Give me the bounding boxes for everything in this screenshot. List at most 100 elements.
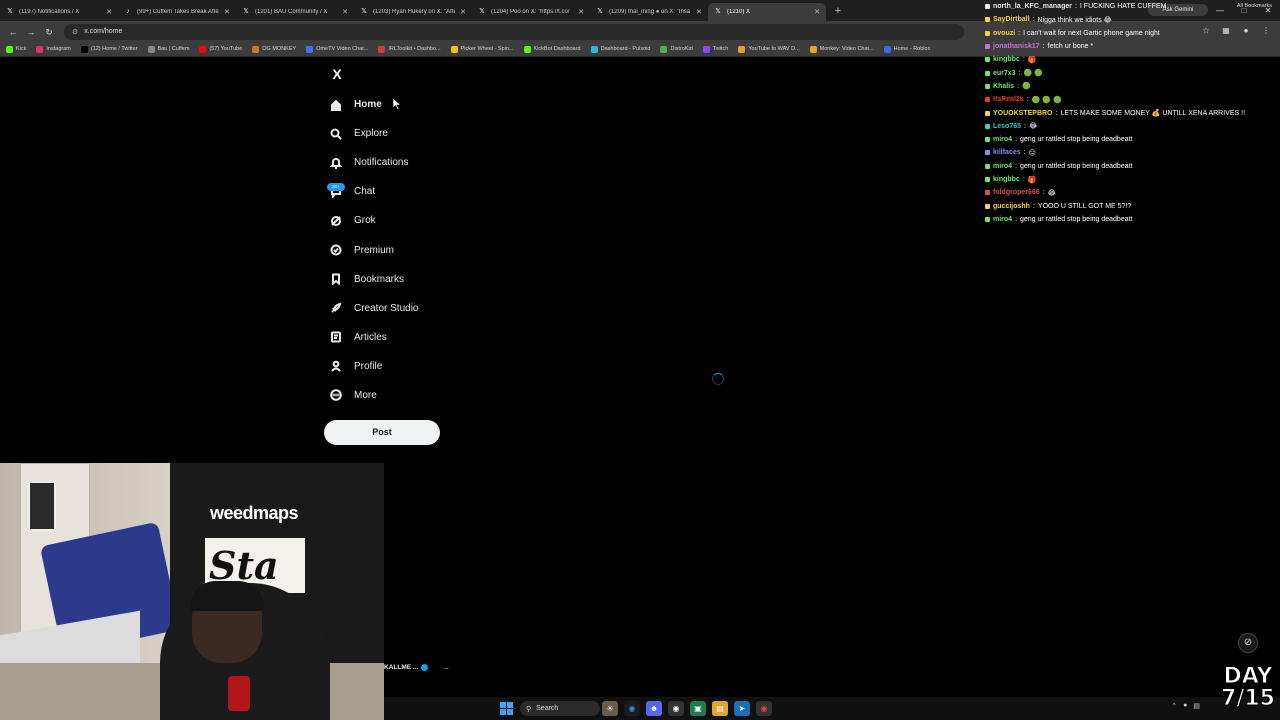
browser-tab[interactable]: 𝕏 (1201) BAU Community / X ✕ bbox=[236, 3, 354, 21]
folder-icon[interactable]: ▤ bbox=[712, 701, 728, 716]
bookmark-item[interactable]: OmeTV Video Chat... bbox=[306, 45, 368, 53]
bookmark-item[interactable]: Twitch bbox=[702, 45, 728, 53]
chat-message: miro4: geng ur rattled stop being deadbea… bbox=[985, 213, 1275, 226]
address-bar[interactable]: ⚙ x.com/home bbox=[64, 23, 964, 40]
sidebar-item-home[interactable]: Home bbox=[324, 90, 524, 119]
sidebar-item-label: Home bbox=[354, 99, 382, 111]
bookmark-label: Instagram bbox=[46, 46, 71, 52]
bookmark-item[interactable]: Kick bbox=[6, 45, 26, 53]
chat-username[interactable]: kingbbc bbox=[993, 56, 1020, 63]
chat-username[interactable]: jonathanisk17 bbox=[993, 43, 1040, 50]
bookmark-label: KickBot Dashboard bbox=[533, 46, 581, 52]
rocket-icon bbox=[330, 302, 342, 314]
bookmark-label: Monkey: Video Chat... bbox=[819, 46, 874, 52]
obs-icon[interactable]: ◉ bbox=[668, 701, 684, 716]
close-tab-icon[interactable]: ✕ bbox=[342, 8, 348, 16]
sidebar-item-premium[interactable]: Premium bbox=[324, 235, 524, 264]
chat-username[interactable]: miro4 bbox=[993, 216, 1012, 223]
browser-tab[interactable]: 𝕏 (1209) thai_ming ● on X: "Insa ✕ bbox=[590, 3, 708, 21]
widget-icon[interactable]: ☀ bbox=[602, 701, 618, 716]
x-logo-icon[interactable]: X bbox=[329, 66, 345, 82]
close-tab-icon[interactable]: ✕ bbox=[224, 8, 230, 16]
close-tab-icon[interactable]: ✕ bbox=[460, 8, 466, 16]
chevron-up-icon[interactable]: ⌃ bbox=[1171, 702, 1177, 710]
sidebar-item-explore[interactable]: Explore bbox=[324, 119, 524, 148]
bookmark-item[interactable]: OG MONKEY bbox=[252, 45, 296, 53]
site-info-icon[interactable]: ⚙ bbox=[72, 28, 78, 36]
sidebar-item-chat[interactable]: Chat bbox=[324, 177, 524, 206]
chrome-active-icon[interactable]: ◉ bbox=[756, 701, 772, 716]
chat-username[interactable]: miro4 bbox=[993, 136, 1012, 143]
bookmark-item[interactable]: (12) Home / Twitter bbox=[80, 45, 138, 53]
chat-username[interactable]: SayDirtball bbox=[993, 16, 1030, 23]
new-tab-button[interactable]: + bbox=[830, 3, 846, 19]
bookmark-item[interactable]: Instagram bbox=[36, 45, 71, 53]
chat-username[interactable]: ovouzi bbox=[993, 30, 1015, 37]
sidebar-item-profile[interactable]: Profile bbox=[324, 352, 524, 381]
bookmark-item[interactable]: IRLToolkit • Dashbo... bbox=[378, 45, 441, 53]
tab-list: 𝕏 (1197) Notifications / X ✕ ♪ (99+) Cuffem … bbox=[0, 0, 826, 21]
chat-username[interactable]: miro4 bbox=[993, 163, 1012, 170]
account-more-icon[interactable]: ... bbox=[443, 664, 448, 671]
sidebar-item-more[interactable]: More bbox=[324, 381, 524, 410]
bookmark-item[interactable]: DistroKid bbox=[660, 45, 693, 53]
browser-tab[interactable]: ♪ (99+) Cuffem Takes Break After ✕ bbox=[118, 3, 236, 21]
app-icon[interactable]: ▣ bbox=[690, 701, 706, 716]
chat-text: 🎁 bbox=[1027, 176, 1037, 184]
banner-brand-text: weedmaps bbox=[210, 503, 299, 523]
close-tab-icon[interactable]: ✕ bbox=[696, 8, 702, 16]
chat-username[interactable]: guccijoshh bbox=[993, 203, 1030, 210]
bookmark-item[interactable]: Home - Roblox bbox=[883, 45, 930, 53]
post-button[interactable]: Post bbox=[324, 420, 440, 445]
chat-username[interactable]: killfaces bbox=[993, 149, 1021, 156]
chat-message: kingbbc: 🎁 bbox=[985, 173, 1275, 186]
sidebar-item-grok[interactable]: Grok bbox=[324, 206, 524, 235]
browser-tab[interactable]: 𝕏 (1210) X ✕ bbox=[708, 3, 826, 21]
bookmark-favicon-icon bbox=[306, 45, 314, 53]
close-tab-icon[interactable]: ✕ bbox=[106, 8, 112, 16]
sidebar-item-creator-studio[interactable]: Creator Studio bbox=[324, 294, 524, 323]
chat-username[interactable]: north_la_KFC_manager bbox=[993, 3, 1072, 10]
bookmark-favicon-icon bbox=[590, 45, 598, 53]
sidebar-item-articles[interactable]: Articles bbox=[324, 323, 524, 352]
chat-username[interactable]: kingbbc bbox=[993, 176, 1020, 183]
browser-tab[interactable]: 𝕏 (1204) Poo on X: "https://t.co/ ✕ bbox=[472, 3, 590, 21]
chat-badge-icon bbox=[985, 83, 990, 89]
sidebar-item-label: More bbox=[354, 389, 377, 401]
browser-tab[interactable]: 𝕏 (1203) Ryan Hukery on X: "After ✕ bbox=[354, 3, 472, 21]
chat-username[interactable]: Leso765 bbox=[993, 123, 1021, 130]
mic-icon[interactable]: ● bbox=[1183, 702, 1187, 710]
bookmark-item[interactable]: KickBot Dashboard bbox=[523, 45, 581, 53]
sidebar-item-bookmarks[interactable]: Bookmarks bbox=[324, 265, 524, 294]
bookmark-item[interactable]: YouTube to WAV D... bbox=[738, 45, 800, 53]
chat-username[interactable]: eur7x3 bbox=[993, 70, 1016, 77]
account-switcher[interactable]: KALLME ... ... bbox=[384, 664, 449, 671]
bookmark-item[interactable]: Monkey: Video Chat... bbox=[809, 45, 874, 53]
close-tab-icon[interactable]: ✕ bbox=[578, 8, 584, 16]
bookmark-item[interactable]: (57) YouTube bbox=[199, 45, 242, 53]
close-tab-icon[interactable]: ✕ bbox=[814, 8, 820, 16]
bookmark-item[interactable]: Picker Wheel - Spin... bbox=[450, 45, 514, 53]
steam-icon[interactable]: ➤ bbox=[734, 701, 750, 716]
sidebar-item-notifications[interactable]: Notifications bbox=[324, 148, 524, 177]
chrome-icon[interactable]: ◉ bbox=[624, 701, 640, 716]
browser-tab[interactable]: 𝕏 (1197) Notifications / X ✕ bbox=[0, 3, 118, 21]
verified-icon bbox=[421, 664, 429, 671]
bookmark-favicon-icon bbox=[523, 45, 531, 53]
windows-start-icon[interactable] bbox=[500, 702, 513, 715]
back-button[interactable]: ← bbox=[4, 23, 22, 41]
chat-username[interactable]: ItsReal2k bbox=[993, 96, 1024, 103]
chat-text: geng ur rattled stop being deadbeatt bbox=[1020, 215, 1133, 223]
forward-button[interactable]: → bbox=[22, 23, 40, 41]
chat-username[interactable]: foldgroper666 bbox=[993, 189, 1040, 196]
bookmark-item[interactable]: Dashboard - Pulsoid bbox=[590, 45, 650, 53]
network-icon[interactable]: ▤ bbox=[1193, 702, 1200, 710]
chat-unread-badge: 20+ bbox=[327, 183, 345, 191]
chat-username[interactable]: Khalis bbox=[993, 83, 1014, 90]
bookmark-item[interactable]: Bau | Cuffem bbox=[147, 45, 189, 53]
tab-title: (1209) thai_ming ● on X: "Insa bbox=[609, 9, 691, 15]
discord-icon[interactable]: ☻ bbox=[646, 701, 662, 716]
taskbar-search[interactable]: ⚲ Search bbox=[520, 701, 600, 716]
chat-username[interactable]: YOUOKSTEPBRO bbox=[993, 110, 1053, 117]
reload-button[interactable]: ↻ bbox=[40, 23, 58, 41]
